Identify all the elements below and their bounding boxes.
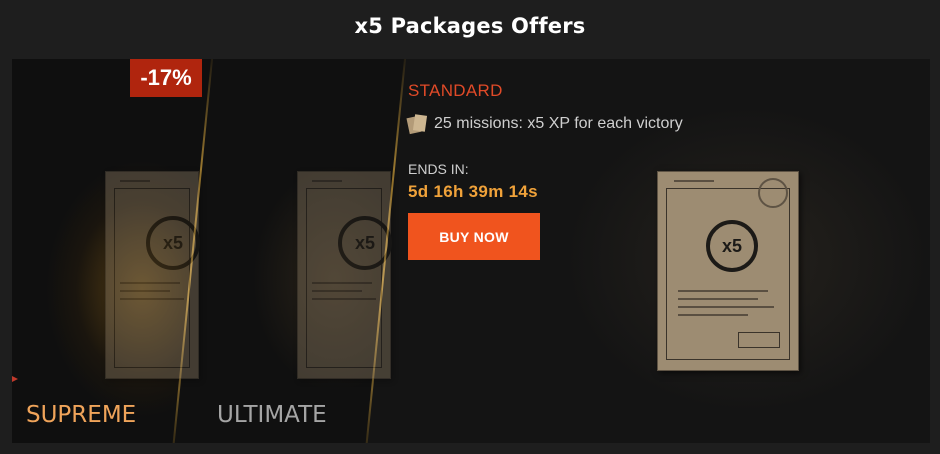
mission-text: 25 missions: x5 XP for each victory: [434, 115, 683, 132]
buy-now-button[interactable]: BUY NOW: [408, 213, 540, 260]
countdown-timer: 5d 16h 39m 14s: [408, 182, 538, 201]
offers-panel: x5 x5 -17% SUPREME ULTIMATE STANDARD 25 …: [12, 59, 930, 443]
ends-in-label: ENDS IN:: [408, 161, 469, 177]
tier-label-supreme[interactable]: SUPREME: [26, 402, 136, 428]
x5-stamp: x5: [706, 220, 758, 272]
standard-title: STANDARD: [408, 81, 503, 100]
document-icon: x5: [297, 171, 392, 379]
document-stack-icon: [406, 114, 428, 135]
x5-stamp: x5: [338, 216, 392, 270]
document-icon: x5: [657, 171, 799, 371]
mission-description: 25 missions: x5 XP for each victory: [406, 114, 683, 135]
document-icon: x5: [105, 171, 200, 379]
discount-badge: -17%: [130, 59, 202, 97]
tier-label-ultimate[interactable]: ULTIMATE: [217, 402, 327, 428]
page-title: x5 Packages Offers: [354, 14, 586, 38]
x5-stamp: x5: [146, 216, 200, 270]
left-arrow-icon[interactable]: [12, 376, 18, 382]
